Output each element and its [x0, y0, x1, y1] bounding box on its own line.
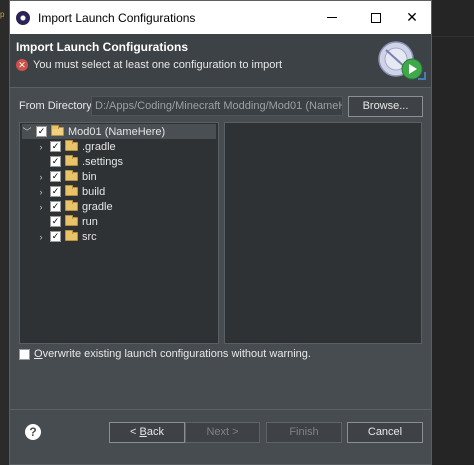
background-window-edge: p — [0, 0, 9, 465]
help-button[interactable]: ? — [25, 424, 41, 440]
folder-icon — [65, 215, 78, 226]
maximize-icon — [371, 12, 381, 23]
error-message: ✕ You must select at least one configura… — [16, 59, 282, 71]
browse-button[interactable]: Browse... — [348, 96, 423, 117]
minimize-button[interactable] — [310, 1, 354, 34]
cancel-button[interactable]: Cancel — [347, 422, 423, 443]
close-button[interactable]: ✕ — [390, 1, 434, 34]
background-editor-area — [432, 0, 474, 465]
overwrite-label: Overwrite existing launch configurations… — [34, 348, 311, 360]
background-divider — [432, 36, 474, 37]
tree-item-label: gradle — [82, 200, 113, 213]
tree-item-label: bin — [82, 170, 97, 183]
footer-separator — [10, 409, 431, 410]
title-bar[interactable]: Import Launch Configurations ✕ — [10, 1, 431, 34]
expand-chevron-icon[interactable]: › — [36, 232, 46, 242]
tree-checkbox[interactable]: ✓ — [50, 201, 61, 212]
collapse-chevron-icon[interactable]: ﹀ — [22, 125, 32, 138]
tree-item-label: Mod01 (NameHere) — [68, 125, 166, 138]
expand-chevron-icon[interactable]: › — [36, 187, 46, 197]
folder-icon — [65, 170, 78, 181]
folder-icon — [65, 185, 78, 196]
background-code-fragment: p — [0, 10, 5, 19]
tree-item-label: .gradle — [82, 140, 116, 153]
tree-checkbox[interactable]: ✓ — [50, 216, 61, 227]
finish-button[interactable]: Finish — [266, 422, 342, 443]
back-rest: ack — [146, 426, 164, 438]
error-message-text: You must select at least one configurati… — [33, 59, 283, 71]
minimize-icon — [327, 17, 337, 18]
tree-item[interactable]: › ✓ build — [36, 184, 105, 199]
overwrite-label-rest: verwrite existing launch configurations … — [42, 348, 311, 360]
tree-checkbox[interactable]: ✓ — [36, 126, 47, 137]
wizard-title: Import Launch Configurations — [16, 40, 188, 54]
configuration-tree[interactable]: ﹀ ✓ Mod01 (NameHere) › ✓ .gradle ✓ .sett… — [19, 122, 219, 344]
tree-item[interactable]: ✓ .settings — [36, 154, 123, 169]
tree-checkbox[interactable]: ✓ — [50, 156, 61, 167]
tree-checkbox[interactable]: ✓ — [50, 186, 61, 197]
import-wizard-icon — [378, 41, 426, 80]
folder-icon — [65, 155, 78, 166]
tree-item[interactable]: ✓ run — [36, 214, 98, 229]
back-mnemonic: B — [139, 426, 147, 438]
folder-open-icon — [51, 125, 64, 136]
tree-item-label: src — [82, 230, 97, 243]
expand-chevron-icon[interactable]: › — [36, 142, 46, 152]
window-title: Import Launch Configurations — [38, 10, 196, 25]
tree-item[interactable]: › ✓ gradle — [36, 199, 113, 214]
configuration-detail-list[interactable] — [224, 122, 422, 344]
tree-root-item[interactable]: ﹀ ✓ Mod01 (NameHere) — [22, 124, 216, 139]
tree-item[interactable]: › ✓ .gradle — [36, 139, 116, 154]
folder-icon — [65, 230, 78, 241]
wizard-header: Import Launch Configurations ✕ You must … — [10, 34, 431, 88]
from-directory-label: From Directory: — [19, 100, 95, 112]
expand-chevron-icon[interactable]: › — [36, 202, 46, 212]
directory-field[interactable]: D:/Apps/Coding/Minecraft Modding/Mod01 (… — [91, 96, 343, 116]
overwrite-mnemonic: O — [34, 348, 43, 360]
tree-checkbox[interactable]: ✓ — [50, 231, 61, 242]
tree-item-label: build — [82, 185, 106, 198]
expand-chevron-icon[interactable]: › — [36, 172, 46, 182]
tree-item[interactable]: › ✓ src — [36, 229, 97, 244]
close-icon: ✕ — [406, 9, 418, 25]
back-button[interactable]: < Back — [109, 422, 185, 443]
next-button[interactable]: Next > — [185, 422, 260, 443]
folder-icon — [65, 200, 78, 211]
tree-checkbox[interactable]: ✓ — [50, 171, 61, 182]
tree-checkbox[interactable]: ✓ — [50, 141, 61, 152]
import-dialog: Import Launch Configurations ✕ Import La… — [9, 0, 432, 465]
overwrite-option[interactable]: Overwrite existing launch configurations… — [19, 348, 311, 360]
tree-item[interactable]: › ✓ bin — [36, 169, 97, 184]
overwrite-checkbox[interactable] — [19, 348, 30, 360]
back-prefix: < — [130, 426, 140, 438]
tree-item-label: .settings — [82, 155, 123, 168]
eclipse-app-icon — [16, 10, 30, 25]
error-icon: ✕ — [16, 59, 28, 71]
folder-icon — [65, 140, 78, 151]
tree-item-label: run — [82, 215, 98, 228]
